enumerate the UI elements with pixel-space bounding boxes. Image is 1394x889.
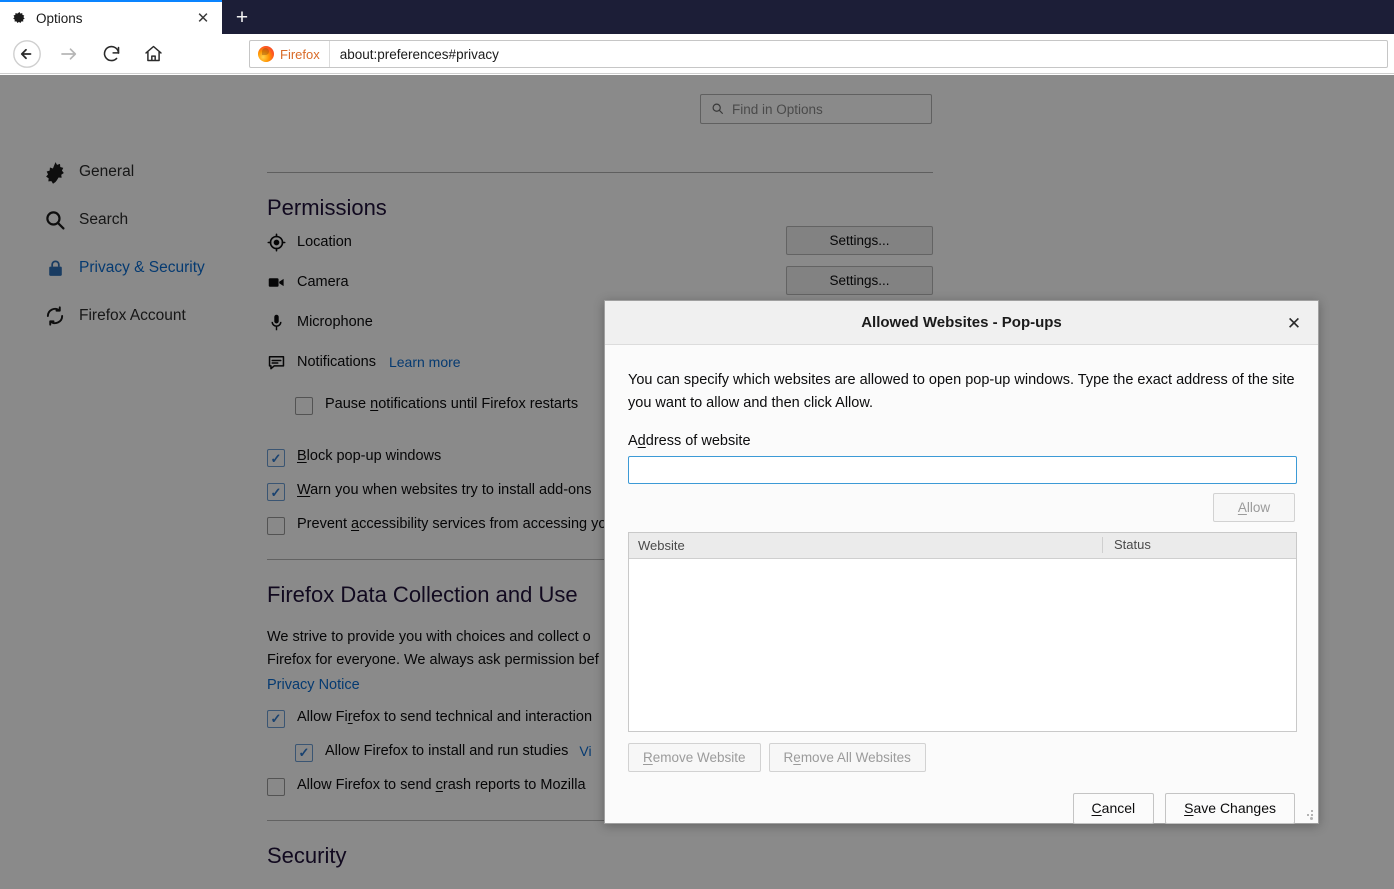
new-tab-button[interactable]: + [222, 0, 262, 34]
browser-window: Options ✕ + Firefox about:preferences#pr… [0, 0, 1394, 889]
save-changes-button[interactable]: Save Changes [1165, 792, 1295, 824]
address-bar[interactable]: Firefox about:preferences#privacy [249, 40, 1388, 68]
close-icon[interactable]: ✕ [1280, 309, 1308, 337]
dialog-description: You can specify which websites are allow… [628, 372, 1295, 412]
remove-website-button[interactable]: Remove Website [628, 742, 761, 772]
tab-bar: Options ✕ + [0, 0, 1394, 34]
allow-button-row: Allow [628, 492, 1295, 522]
arrow-right-icon[interactable] [50, 38, 88, 70]
close-icon[interactable]: ✕ [190, 5, 216, 31]
allow-button[interactable]: Allow [1213, 492, 1295, 522]
firefox-logo-icon [258, 46, 274, 62]
cancel-button[interactable]: Cancel [1072, 792, 1155, 824]
address-input[interactable] [628, 455, 1297, 484]
dialog-footer: Cancel Save Changes [628, 792, 1295, 824]
table-body[interactable] [629, 558, 1296, 731]
column-header-website[interactable]: Website [629, 538, 1102, 553]
table-header-row: Website Status [629, 532, 1296, 559]
dialog-title: Allowed Websites - Pop-ups [861, 314, 1062, 331]
resize-grip-icon[interactable] [1303, 809, 1314, 820]
allowed-websites-dialog: Allowed Websites - Pop-ups ✕ You can spe… [604, 300, 1319, 824]
site-identity[interactable]: Firefox [250, 41, 330, 67]
home-icon[interactable] [134, 38, 172, 70]
allowed-websites-table[interactable]: Website Status [628, 531, 1297, 732]
address-field-label: Address of website [628, 432, 751, 449]
browser-tab-options[interactable]: Options ✕ [0, 0, 222, 34]
gear-icon [10, 9, 28, 27]
address-bar-text: about:preferences#privacy [339, 46, 499, 62]
reload-icon[interactable] [92, 38, 130, 70]
column-header-status[interactable]: Status [1102, 537, 1296, 554]
remove-buttons-row: Remove Website Re move All Websites [628, 742, 1295, 772]
dialog-header: Allowed Websites - Pop-ups ✕ [605, 301, 1318, 345]
identity-label: Firefox [280, 46, 320, 62]
tab-title: Options [36, 10, 83, 26]
arrow-left-icon[interactable] [8, 38, 46, 70]
dialog-body: You can specify which websites are allow… [605, 345, 1318, 824]
remove-all-websites-button[interactable]: Re move All Websites [768, 742, 926, 772]
